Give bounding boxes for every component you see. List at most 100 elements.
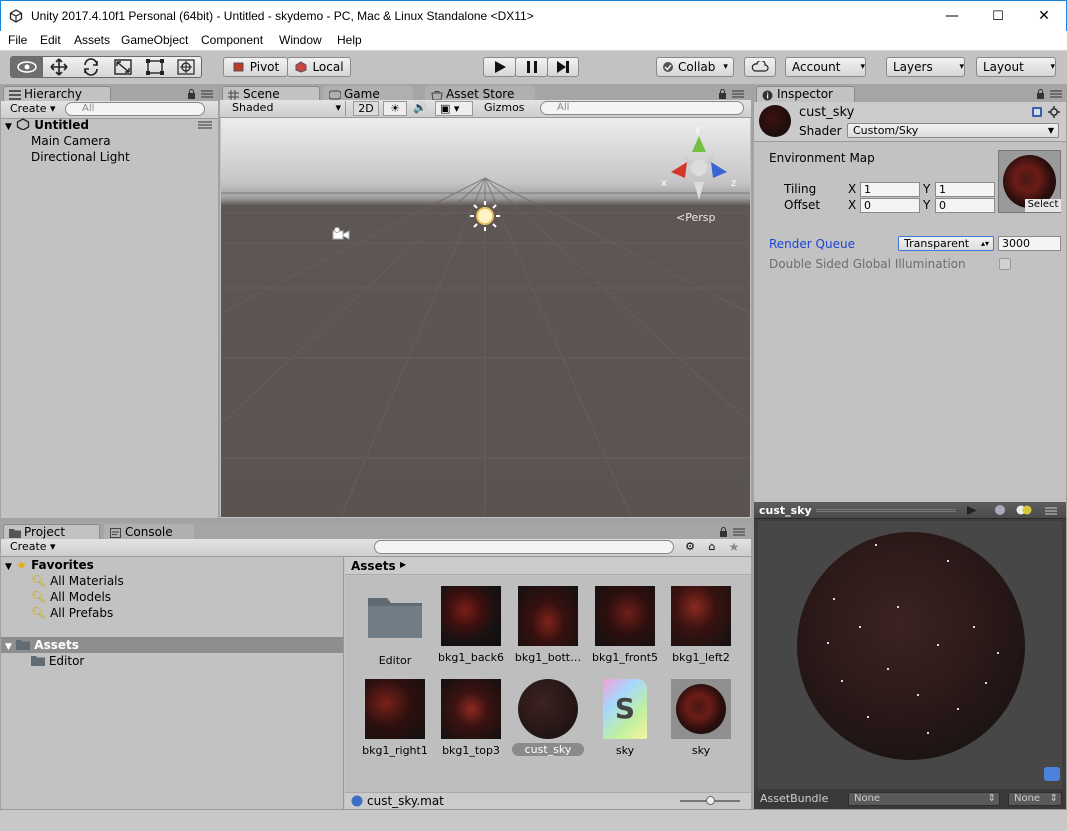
- panel-menu-icon[interactable]: [732, 90, 744, 98]
- rect-tool-button[interactable]: [139, 57, 171, 77]
- pivot-button[interactable]: Pivot: [223, 57, 288, 77]
- slider-thumb[interactable]: [706, 796, 715, 805]
- assetbundle-name-dropdown[interactable]: None ⇕: [848, 792, 1000, 806]
- sphere-preview-icon[interactable]: [994, 504, 1006, 516]
- pause-button[interactable]: [515, 57, 548, 77]
- asset-item[interactable]: S sky: [587, 679, 663, 757]
- dsgi-checkbox[interactable]: [999, 258, 1011, 270]
- render-queue-dropdown[interactable]: Transparent ▴▾: [898, 236, 994, 251]
- lock-icon[interactable]: [719, 527, 728, 537]
- play-preview-icon[interactable]: [966, 505, 978, 516]
- rotate-tool-button[interactable]: [75, 57, 107, 77]
- step-button[interactable]: [547, 57, 579, 77]
- layers-dropdown[interactable]: Layers: [886, 57, 965, 77]
- asset-item[interactable]: bkg1_top3: [433, 679, 509, 757]
- maximize-button[interactable]: ☐: [975, 1, 1021, 31]
- thumbnail-size-slider[interactable]: [680, 796, 740, 805]
- environment-map-slot[interactable]: Select: [998, 150, 1061, 213]
- layout-dropdown[interactable]: Layout: [976, 57, 1056, 77]
- hierarchy-search-input[interactable]: All: [65, 102, 205, 116]
- asset-item[interactable]: bkg1_right1: [357, 679, 433, 757]
- asset-item[interactable]: bkg1_bott…: [510, 586, 586, 664]
- collab-dropdown[interactable]: Collab: [656, 57, 734, 77]
- scene-search-input[interactable]: All: [540, 101, 744, 115]
- directional-light-icon[interactable]: [465, 198, 505, 238]
- asset-item[interactable]: bkg1_left2: [663, 586, 739, 664]
- project-create-dropdown[interactable]: Create ▾: [6, 540, 60, 555]
- menu-window[interactable]: Window: [279, 33, 322, 47]
- favorite-all-prefabs[interactable]: 🔍︎ All Prefabs: [31, 606, 113, 620]
- tab-inspector[interactable]: Inspector: [756, 86, 855, 103]
- tiling-y-field[interactable]: 1: [935, 182, 995, 197]
- asset-item-selected[interactable]: cust_sky: [510, 679, 586, 756]
- favorite-all-materials[interactable]: 🔍︎ All Materials: [31, 574, 124, 588]
- menu-gameobject[interactable]: GameObject: [121, 33, 188, 47]
- project-search-input[interactable]: [374, 540, 674, 554]
- hierarchy-item-directional-light[interactable]: Directional Light: [31, 150, 130, 164]
- asset-item[interactable]: Editor: [357, 586, 433, 667]
- asset-item[interactable]: bkg1_back6: [433, 586, 509, 664]
- asset-item[interactable]: bkg1_front5: [587, 586, 663, 664]
- lock-icon[interactable]: [187, 89, 196, 99]
- account-dropdown[interactable]: Account: [785, 57, 866, 77]
- panel-menu-icon[interactable]: [1050, 90, 1062, 98]
- play-button[interactable]: [483, 57, 516, 77]
- editor-folder-row[interactable]: Editor: [31, 654, 84, 668]
- filter-label-icon[interactable]: ⌂: [703, 540, 721, 555]
- effects-dropdown[interactable]: ▣ ▾: [435, 101, 473, 116]
- shading-mode-dropdown[interactable]: Shaded ▾: [228, 101, 346, 116]
- filter-type-icon[interactable]: ⚙: [681, 540, 699, 555]
- projection-toggle[interactable]: <Persp: [676, 211, 715, 224]
- local-button[interactable]: Local: [287, 57, 351, 77]
- help-book-icon[interactable]: [1031, 106, 1043, 118]
- light-preview-icon[interactable]: [1016, 504, 1032, 516]
- menu-file[interactable]: File: [8, 33, 27, 47]
- lock-icon[interactable]: [1036, 89, 1045, 99]
- hierarchy-item-main-camera[interactable]: Main Camera: [31, 134, 111, 148]
- panel-menu-icon[interactable]: [201, 90, 213, 98]
- camera-icon[interactable]: [331, 226, 351, 242]
- menu-component[interactable]: Component: [201, 33, 263, 47]
- menu-help[interactable]: Help: [337, 33, 362, 47]
- assetbundle-variant-dropdown[interactable]: None ⇕: [1008, 792, 1062, 806]
- gizmos-dropdown[interactable]: Gizmos ▾: [480, 101, 535, 128]
- view-tool-button[interactable]: [11, 57, 43, 77]
- hierarchy-create-dropdown[interactable]: Create ▾: [6, 102, 60, 117]
- favorites-header[interactable]: ▼ ★ Favorites: [5, 558, 94, 572]
- move-tool-button[interactable]: [43, 57, 75, 77]
- close-button[interactable]: ✕: [1021, 1, 1067, 31]
- asset-item[interactable]: sky: [663, 679, 739, 757]
- favorite-all-models[interactable]: 🔍︎ All Models: [31, 590, 111, 604]
- scene-orientation-gizmo[interactable]: y x z: [661, 122, 741, 202]
- tiling-x-field[interactable]: 1: [860, 182, 920, 197]
- tag-icon[interactable]: [1044, 767, 1060, 781]
- audio-toggle[interactable]: 🔊: [408, 101, 432, 116]
- lighting-toggle[interactable]: ☀: [383, 101, 407, 116]
- expand-arrow-icon[interactable]: ▼: [5, 642, 12, 652]
- lock-icon[interactable]: [718, 89, 727, 99]
- preview-menu-icon[interactable]: [1045, 507, 1057, 515]
- panel-menu-icon[interactable]: [733, 528, 745, 536]
- expand-arrow-icon[interactable]: ▼: [5, 122, 12, 132]
- preview-viewport[interactable]: [758, 521, 1062, 789]
- menu-assets[interactable]: Assets: [74, 33, 110, 47]
- minimize-button[interactable]: —: [929, 1, 975, 31]
- gear-icon[interactable]: [1048, 106, 1060, 118]
- 2d-toggle[interactable]: 2D: [353, 101, 379, 116]
- favorite-star-icon[interactable]: ★: [725, 540, 743, 555]
- scene-viewport[interactable]: y x z <Persp: [221, 118, 750, 517]
- cloud-button[interactable]: [744, 57, 776, 77]
- offset-x-field[interactable]: 0: [860, 198, 920, 213]
- shader-dropdown[interactable]: Custom/Sky ▼: [847, 123, 1059, 138]
- preview-drag-handle[interactable]: [816, 509, 956, 512]
- scale-tool-button[interactable]: [107, 57, 139, 77]
- expand-arrow-icon[interactable]: ▼: [5, 562, 12, 572]
- offset-y-field[interactable]: 0: [935, 198, 995, 213]
- menu-edit[interactable]: Edit: [40, 33, 61, 47]
- scene-root[interactable]: ▼ Untitled: [5, 118, 89, 132]
- render-queue-value-field[interactable]: 3000: [998, 236, 1061, 251]
- breadcrumb-assets[interactable]: Assets: [351, 559, 396, 573]
- assets-folder-row[interactable]: ▼ Assets: [1, 637, 343, 653]
- select-button[interactable]: Select: [1025, 199, 1061, 212]
- scene-menu-icon[interactable]: [198, 121, 212, 129]
